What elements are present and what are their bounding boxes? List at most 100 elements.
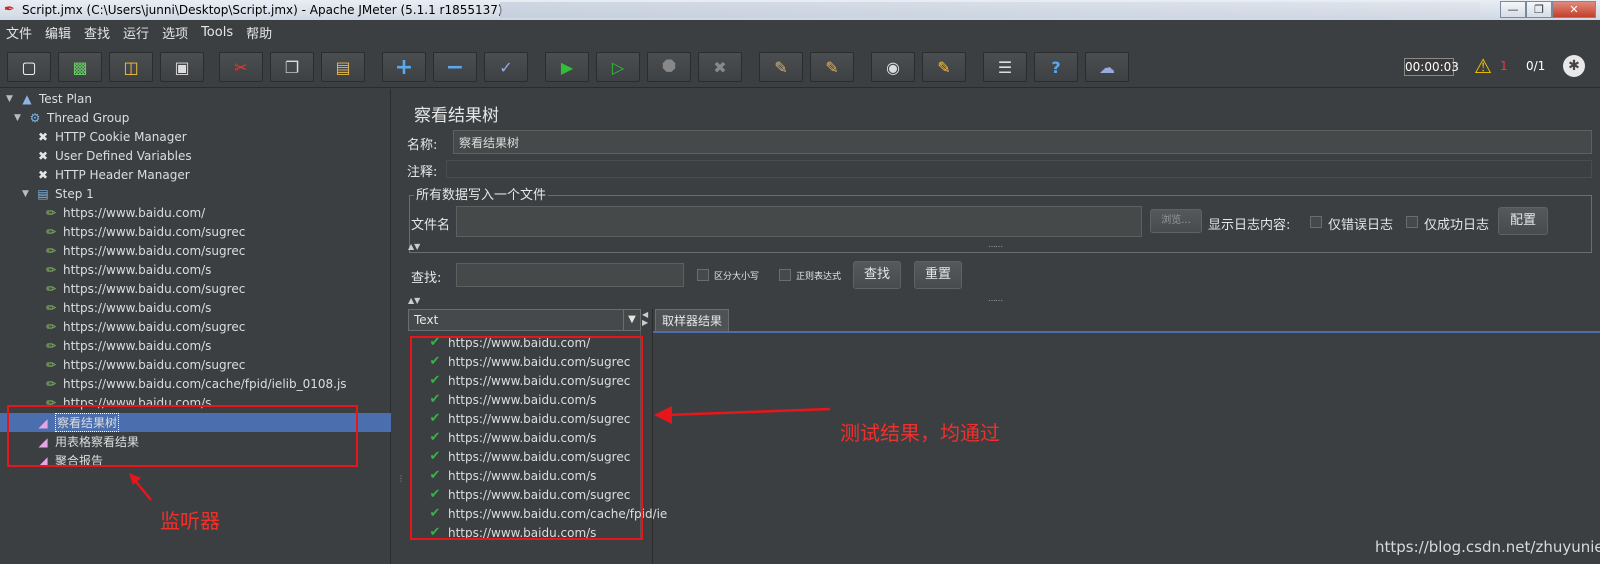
tree-node-user-variables[interactable]: ✖ User Defined Variables [35,146,192,165]
filename-input[interactable] [456,206,1142,237]
shutdown-icon[interactable]: ✖ [698,52,742,82]
split-arrows-icon[interactable]: ▲▼ [408,296,420,305]
window-controls: — ❐ ✕ [1500,1,1596,18]
errors-only-checkbox[interactable] [1310,216,1322,228]
success-only-checkbox[interactable] [1406,216,1418,228]
tree-node-sampler[interactable]: ✏ https://www.baidu.com/sugrec [43,317,245,336]
collapse-icon[interactable]: − [433,52,477,82]
result-annotation: 测试结果，均通过 [840,421,1000,445]
help-icon[interactable]: ? [1034,52,1078,82]
listener-arrow-icon [129,473,152,501]
regex-checkbox[interactable] [779,269,791,281]
clear-icon[interactable]: ✎ [759,52,803,82]
tree-node-test-plan[interactable]: ▼ ▲ Test Plan [6,89,92,108]
templates-icon[interactable]: ▩ [58,52,102,82]
start-no-pause-icon[interactable]: ▷ [596,52,640,82]
tree-node-sampler[interactable]: ✏ https://www.baidu.com/ [43,203,205,222]
tree-node-sampler[interactable]: ✏ https://www.baidu.com/s [43,260,211,279]
pipette-icon: ✏ [45,357,57,372]
pipette-icon: ✏ [45,376,57,391]
save-icon[interactable]: ▣ [160,52,204,82]
divider[interactable]: ▲▼ ⋯⋯ [408,296,1596,305]
case-sensitive-checkbox[interactable] [697,269,709,281]
clear-all-icon[interactable]: ✎ [810,52,854,82]
tree-node-cookie-manager[interactable]: ✖ HTTP Cookie Manager [35,127,187,146]
elapsed-timer: 00:00:03 [1404,58,1459,76]
expanded-arrow-icon[interactable]: ▼ [6,94,16,104]
tree-label: https://www.baidu.com/sugrec [63,357,246,372]
tree-node-thread-group[interactable]: ▼ ⚙ Thread Group [14,108,129,127]
reset-button[interactable]: 重置 [914,261,962,289]
tree-node-header-manager[interactable]: ✖ HTTP Header Manager [35,165,190,184]
expanded-arrow-icon[interactable]: ▼ [22,189,32,199]
tree-label: HTTP Header Manager [55,167,190,182]
search-input[interactable] [456,263,684,287]
paste-icon[interactable]: ▤ [321,52,365,82]
toolbar: ▢ ▩ ◫ ▣ ✂ ❐ ▤ + − ✓ ▶ ▷ ⯃ ✖ ✎ ✎ ◉ ✎ ☰ ? … [0,46,1600,88]
active-threads: 0/1 [1526,59,1546,73]
split-arrows-icon[interactable]: ▲▼ [408,242,420,251]
function-helper-icon[interactable]: ☰ [983,52,1027,82]
tree-node-step-1[interactable]: ▼ ▤ Step 1 [22,184,94,203]
success-only-label: 仅成功日志 [1424,218,1490,233]
grip-dots-icon: ⋯⋯ [988,242,1003,251]
minimize-button[interactable]: — [1500,1,1526,18]
maximize-button[interactable]: ❐ [1526,1,1552,18]
copy-icon[interactable]: ❐ [270,52,314,82]
menu-file[interactable]: 文件 [6,23,32,42]
renderer-select[interactable]: Text ▼ [408,309,641,331]
menu-options[interactable]: 选项 [162,23,188,42]
search-icon[interactable]: ◉ [871,52,915,82]
tree-label: https://www.baidu.com/s [63,300,212,315]
background-windows-strip [500,2,1480,18]
tree-node-sampler[interactable]: ✏ https://www.baidu.com/sugrec [43,279,245,298]
tree-node-sampler[interactable]: ✏ https://www.baidu.com/sugrec [43,355,245,374]
menu-search[interactable]: 查找 [84,23,110,42]
pipette-icon: ✏ [45,319,57,334]
search-label: 查找: [411,271,442,286]
window-title: Script.jmx (C:\Users\junni\Desktop\Scrip… [22,3,503,17]
remote-icon[interactable]: ☁ [1085,52,1129,82]
pane-collapse-icon[interactable]: ◀ ▶ [642,311,648,327]
cut-icon[interactable]: ✂ [219,52,263,82]
grip-dots-icon: ⋯⋯ [988,296,1003,305]
open-icon[interactable]: ◫ [109,52,153,82]
wrench-icon: ✖ [37,129,49,144]
tree-label: Thread Group [47,110,130,125]
configure-button[interactable]: 配置 [1498,207,1548,235]
menu-tools[interactable]: Tools [201,25,233,40]
tree-label: https://www.baidu.com/ [63,205,206,220]
expand-icon[interactable]: + [382,52,426,82]
toggle-icon[interactable]: ✓ [484,52,528,82]
reset-search-icon[interactable]: ✎ [922,52,966,82]
transaction-controller-icon: ▤ [37,186,49,201]
chevron-down-icon[interactable]: ▼ [623,310,640,330]
close-button[interactable]: ✕ [1552,1,1596,18]
split-pane-grip[interactable]: ⋮ [397,474,405,490]
divider[interactable]: ▲▼ ⋯⋯ [408,242,1596,251]
test-plan-tree: ▼ ▲ Test Plan ▼ ⚙ Thread Group ✖ HTTP Co… [0,89,391,564]
pipette-icon: ✏ [45,262,57,277]
menu-help[interactable]: 帮助 [246,23,272,42]
tree-node-sampler[interactable]: ✏ https://www.baidu.com/s [43,336,211,355]
log-content-label: 显示日志内容: [1208,218,1291,233]
tree-node-sampler[interactable]: ✏ https://www.baidu.com/sugrec [43,241,245,260]
comment-field[interactable] [446,160,1592,178]
search-button[interactable]: 查找 [853,261,901,289]
stop-icon[interactable]: ⯃ [647,52,691,82]
menu-edit[interactable]: 编辑 [45,23,71,42]
new-icon[interactable]: ▢ [7,52,51,82]
test-plan-icon: ▲ [22,91,32,106]
watermark: https://blog.csdn.net/zhuyunier [1375,538,1600,556]
tree-node-sampler[interactable]: ✏ https://www.baidu.com/sugrec [43,222,245,241]
name-field[interactable]: 察看结果树 [453,130,1592,154]
warning-icon[interactable]: ⚠ [1474,56,1492,76]
expanded-arrow-icon[interactable]: ▼ [14,113,24,123]
tab-sampler-result[interactable]: 取样器结果 [655,309,730,331]
menu-run[interactable]: 运行 [123,23,149,42]
tree-node-sampler[interactable]: ✏ https://www.baidu.com/s [43,298,211,317]
browse-button[interactable]: 浏览... [1150,209,1202,233]
jmeter-feather-icon: ✒ [4,2,15,17]
start-icon[interactable]: ▶ [545,52,589,82]
tree-node-sampler[interactable]: ✏ https://www.baidu.com/cache/fpid/ielib… [43,374,347,393]
